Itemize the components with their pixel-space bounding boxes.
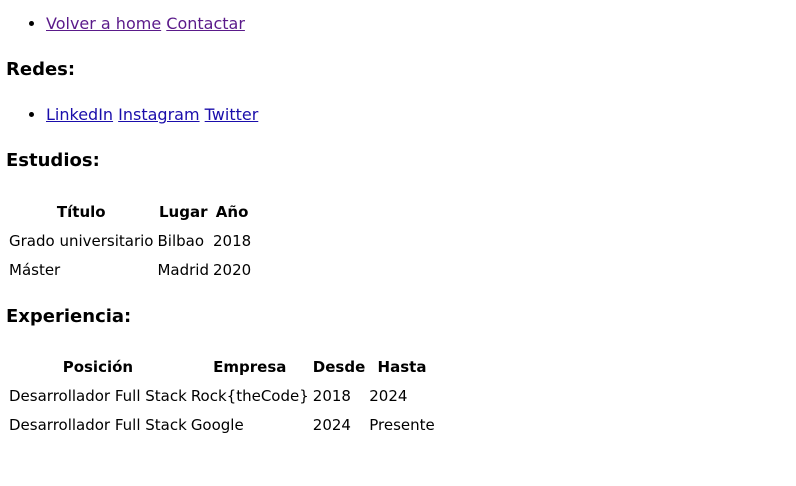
twitter-link[interactable]: Twitter — [205, 105, 259, 124]
experiencia-table: Posición Empresa Desde Hasta Desarrollad… — [6, 351, 438, 440]
table-cell: Máster — [9, 260, 61, 279]
table-row: Grado universitario Bilbao 2018 — [8, 227, 252, 254]
table-row: Máster Madrid 2020 — [8, 256, 252, 283]
table-cell: 2024 — [369, 386, 408, 405]
table-cell: Grado universitario — [9, 231, 154, 250]
redes-heading: Redes: — [6, 59, 76, 80]
table-header-row: Posición Empresa Desde Hasta — [8, 353, 436, 380]
column-header-empresa: Empresa — [213, 357, 287, 376]
table-cell: Google — [190, 415, 244, 434]
column-header-lugar: Lugar — [158, 202, 208, 221]
table-header-row: Título Lugar Año — [8, 198, 252, 225]
table-cell: 2024 — [312, 415, 351, 434]
table-cell: Desarrollador Full Stack — [9, 415, 187, 434]
column-header-ano: Año — [215, 202, 249, 221]
table-cell: 2020 — [213, 260, 252, 279]
linkedin-link[interactable]: LinkedIn — [46, 105, 113, 124]
table-cell: Bilbao — [157, 231, 205, 250]
table-cell: 2018 — [312, 386, 351, 405]
table-cell: Rock{theCode} — [190, 386, 309, 405]
column-header-hasta: Hasta — [377, 357, 427, 376]
table-cell: Desarrollador Full Stack — [9, 386, 187, 405]
table-cell: Presente — [369, 415, 435, 434]
table-cell: 2018 — [213, 231, 252, 250]
table-row: Desarrollador Full Stack Google 2024 Pre… — [8, 411, 436, 438]
home-link[interactable]: Volver a home — [46, 14, 161, 33]
column-header-posicion: Posición — [62, 357, 134, 376]
nav-list-item: Volver a home Contactar — [46, 13, 245, 35]
experiencia-heading: Experiencia: — [6, 306, 132, 327]
nav-list: Volver a home Contactar — [6, 13, 245, 35]
instagram-link[interactable]: Instagram — [118, 105, 199, 124]
contact-link[interactable]: Contactar — [166, 14, 245, 33]
social-list: LinkedIn Instagram Twitter — [6, 104, 258, 126]
social-list-item: LinkedIn Instagram Twitter — [46, 104, 258, 126]
table-row: Desarrollador Full Stack Rock{theCode} 2… — [8, 382, 436, 409]
column-header-desde: Desde — [312, 357, 366, 376]
estudios-table: Título Lugar Año Grado universitario Bil… — [6, 196, 254, 285]
column-header-titulo: Título — [56, 202, 106, 221]
estudios-heading: Estudios: — [6, 150, 100, 171]
table-cell: Madrid — [157, 260, 209, 279]
